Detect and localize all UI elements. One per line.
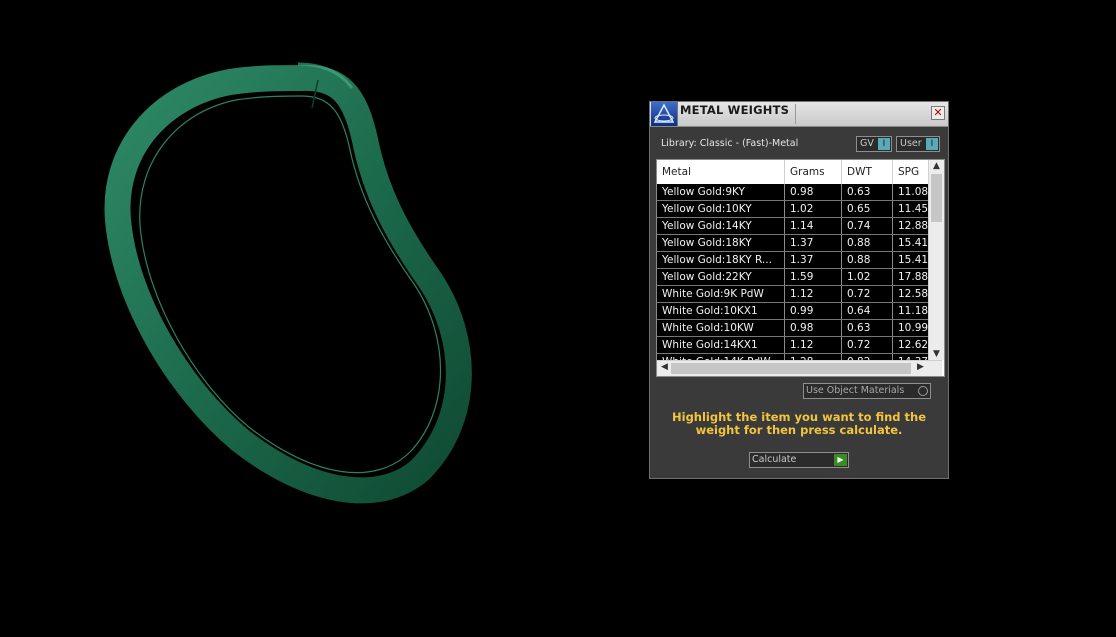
table-row[interactable]: White Gold:9K PdW 1.12 0.72 12.58 [657, 286, 933, 303]
cell-dwt: 0.63 [842, 184, 893, 200]
table-row[interactable]: White Gold:10KX1 0.99 0.64 11.18 [657, 303, 933, 320]
vertical-scrollbar[interactable]: ▲ ▼ [928, 160, 944, 360]
cell-metal: White Gold:10KW [657, 320, 785, 336]
cell-dwt: 0.64 [842, 303, 893, 319]
column-header-dwt[interactable]: DWT [842, 160, 893, 184]
cell-grams: 1.14 [785, 218, 842, 234]
metal-weights-panel: METAL WEIGHTS ✕ Library: Classic - (Fast… [649, 101, 949, 479]
table-row[interactable]: Yellow Gold:10KY 1.02 0.65 11.45 [657, 201, 933, 218]
horizontal-scrollbar[interactable]: ◀ ▶ [657, 360, 942, 376]
cell-metal: Yellow Gold:14KY [657, 218, 785, 234]
radio-icon[interactable] [918, 386, 928, 396]
title-bar[interactable]: METAL WEIGHTS ✕ [650, 102, 948, 127]
user-toggle-switch[interactable]: I [926, 138, 938, 150]
cell-dwt: 0.74 [842, 218, 893, 234]
column-header-grams[interactable]: Grams [785, 160, 842, 184]
cell-grams: 0.98 [785, 184, 842, 200]
cell-metal: Yellow Gold:18KY [657, 235, 785, 251]
table-row[interactable]: Yellow Gold:14KY 1.14 0.74 12.88 [657, 218, 933, 235]
vertical-scroll-thumb[interactable] [931, 174, 942, 222]
cell-grams: 0.98 [785, 320, 842, 336]
gv-toggle-label: GV [860, 138, 874, 149]
cell-dwt: 1.02 [842, 269, 893, 285]
table-row[interactable]: Yellow Gold:22KY 1.59 1.02 17.88 [657, 269, 933, 286]
cell-metal: White Gold:10KX1 [657, 303, 785, 319]
user-toggle[interactable]: User I [896, 136, 940, 152]
cell-spg: 12.58 [893, 286, 933, 302]
horizontal-scroll-thumb[interactable] [671, 363, 911, 374]
column-header-metal[interactable]: Metal [657, 160, 785, 184]
cell-dwt: 0.65 [842, 201, 893, 217]
cell-grams: 1.37 [785, 235, 842, 251]
cell-grams: 1.59 [785, 269, 842, 285]
scroll-up-icon[interactable]: ▲ [929, 161, 944, 171]
gv-toggle-switch[interactable]: I [878, 138, 890, 150]
panel-title: METAL WEIGHTS [680, 103, 790, 117]
gv-toggle[interactable]: GV I [856, 136, 892, 152]
cell-spg: 12.88 [893, 218, 933, 234]
scroll-left-icon[interactable]: ◀ [657, 362, 672, 372]
library-label: Library: Classic - (Fast)-Metal [661, 138, 799, 149]
table-row[interactable]: White Gold:10KW 0.98 0.63 10.99 [657, 320, 933, 337]
cell-metal: Yellow Gold:10KY [657, 201, 785, 217]
table-header: Metal Grams DWT SPG [657, 160, 933, 185]
app-logo-icon [651, 102, 678, 126]
cell-spg: 17.88 [893, 269, 933, 285]
scroll-down-icon[interactable]: ▼ [929, 349, 944, 359]
table-row[interactable]: White Gold:14KX1 1.12 0.72 12.62 [657, 337, 933, 354]
metal-table[interactable]: Metal Grams DWT SPG Yellow Gold:9KY 0.98 0… [656, 159, 945, 377]
cell-grams: 1.12 [785, 286, 842, 302]
cell-dwt: 0.72 [842, 337, 893, 353]
user-toggle-label: User [900, 138, 922, 149]
play-icon[interactable]: ▶ [834, 454, 847, 466]
3d-viewport[interactable] [0, 0, 640, 633]
cell-spg: 11.18 [893, 303, 933, 319]
cell-spg: 15.41 [893, 235, 933, 251]
calculate-button[interactable]: Calculate ▶ [749, 452, 849, 468]
table-row[interactable]: Yellow Gold:9KY 0.98 0.63 11.08 [657, 184, 933, 201]
cell-metal: Yellow Gold:9KY [657, 184, 785, 200]
ring-model[interactable] [0, 0, 640, 633]
cell-grams: 1.12 [785, 337, 842, 353]
calculate-label: Calculate [752, 454, 797, 465]
scroll-right-icon[interactable]: ▶ [913, 362, 928, 372]
cell-spg: 11.45 [893, 201, 933, 217]
use-object-materials-label: Use Object Materials [806, 385, 905, 396]
cell-grams: 1.02 [785, 201, 842, 217]
instruction-text: Highlight the item you want to find the … [672, 410, 926, 437]
cell-spg: 10.99 [893, 320, 933, 336]
column-header-spg[interactable]: SPG [893, 160, 933, 184]
cell-grams: 1.37 [785, 252, 842, 268]
cell-metal: White Gold:14KX1 [657, 337, 785, 353]
cell-spg: 15.41 [893, 252, 933, 268]
table-row[interactable]: Yellow Gold:18KY 1.37 0.88 15.41 [657, 235, 933, 252]
use-object-materials-toggle[interactable]: Use Object Materials [803, 383, 931, 399]
cell-dwt: 0.88 [842, 252, 893, 268]
cell-metal: Yellow Gold:22KY [657, 269, 785, 285]
cell-grams: 0.99 [785, 303, 842, 319]
title-divider [795, 104, 796, 124]
cell-dwt: 0.63 [842, 320, 893, 336]
table-body: Yellow Gold:9KY 0.98 0.63 11.08 Yellow Gold:… [657, 184, 933, 371]
cell-metal: Yellow Gold:18KY R... [657, 252, 785, 268]
cell-spg: 11.08 [893, 184, 933, 200]
cell-dwt: 0.88 [842, 235, 893, 251]
cell-dwt: 0.72 [842, 286, 893, 302]
table-row[interactable]: Yellow Gold:18KY R... 1.37 0.88 15.41 [657, 252, 933, 269]
cell-spg: 12.62 [893, 337, 933, 353]
cell-metal: White Gold:9K PdW [657, 286, 785, 302]
close-icon[interactable]: ✕ [931, 106, 945, 120]
